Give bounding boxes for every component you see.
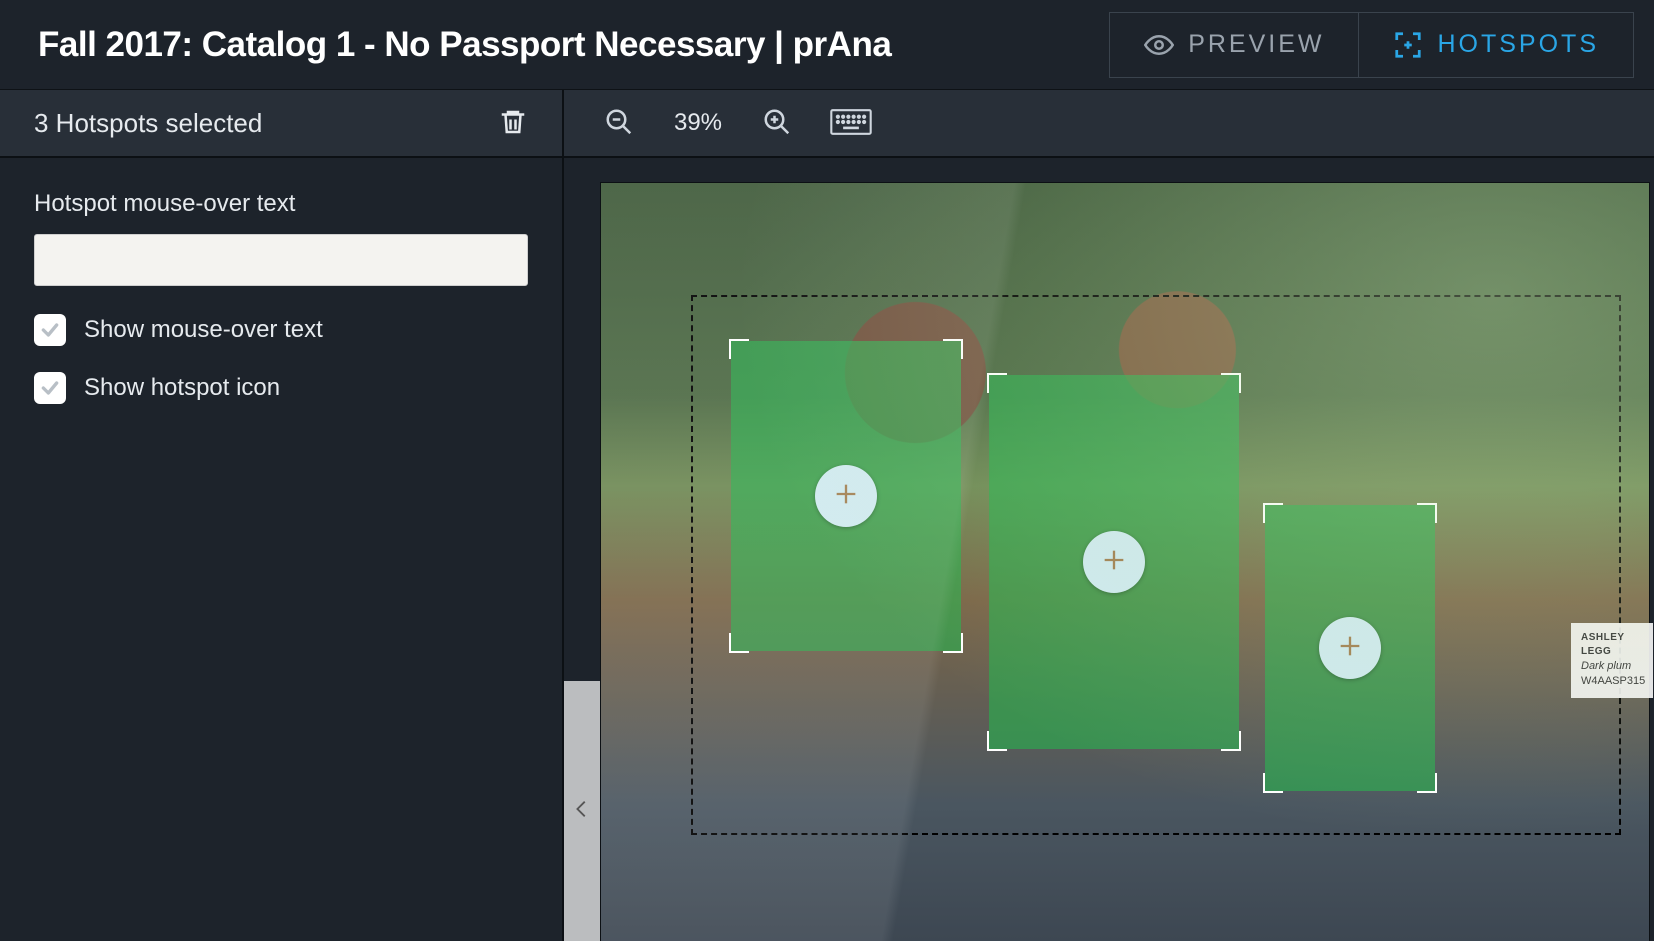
- keyboard-button[interactable]: [826, 103, 876, 144]
- resize-handle-icon[interactable]: [943, 633, 963, 653]
- hotspot-3[interactable]: [1265, 505, 1435, 791]
- preview-tab[interactable]: PREVIEW: [1110, 13, 1359, 77]
- resize-handle-icon[interactable]: [987, 373, 1007, 393]
- product-sku: W4AASP315: [1581, 674, 1643, 689]
- page-title: Fall 2017: Catalog 1 - No Passport Neces…: [38, 25, 1109, 65]
- mouseover-text-input[interactable]: [34, 234, 528, 286]
- selection-bar: 3 Hotspots selected: [0, 90, 562, 158]
- resize-handle-icon[interactable]: [987, 731, 1007, 751]
- delete-hotspots-button[interactable]: [492, 99, 534, 148]
- check-icon: [40, 378, 60, 398]
- plus-icon: [1100, 546, 1128, 579]
- mouseover-text-label: Hotspot mouse-over text: [34, 190, 528, 218]
- plus-icon: [832, 480, 860, 513]
- mode-toggle: PREVIEW HOTSPOTS: [1109, 12, 1634, 78]
- resize-handle-icon[interactable]: [1221, 731, 1241, 751]
- hotspots-tab[interactable]: HOTSPOTS: [1359, 13, 1633, 77]
- canvas-area: 39%: [564, 90, 1654, 941]
- catalog-page[interactable]: ASHLEY LEGG Dark plum W4AASP315: [600, 182, 1650, 941]
- chevron-left-icon: [571, 789, 593, 834]
- resize-handle-icon[interactable]: [1417, 503, 1437, 523]
- show-icon-checkbox[interactable]: [34, 372, 66, 404]
- sidebar-content: Hotspot mouse-over text Show mouse-over …: [0, 158, 562, 436]
- zoom-out-button[interactable]: [600, 103, 638, 144]
- hotspot-badge[interactable]: [815, 465, 877, 527]
- resize-handle-icon[interactable]: [1263, 503, 1283, 523]
- canvas-toolbar: 39%: [564, 90, 1654, 158]
- zoom-in-button[interactable]: [758, 103, 796, 144]
- eye-icon: [1144, 30, 1174, 60]
- hotspot-1[interactable]: [731, 341, 961, 651]
- resize-handle-icon[interactable]: [943, 339, 963, 359]
- hotspot-target-icon: [1393, 30, 1423, 60]
- resize-handle-icon[interactable]: [1417, 773, 1437, 793]
- selection-count: 3 Hotspots selected: [34, 108, 492, 139]
- product-color: Dark plum: [1581, 659, 1643, 674]
- hotspot-badge[interactable]: [1083, 531, 1145, 593]
- plus-icon: [1336, 632, 1364, 665]
- zoom-in-icon: [762, 125, 792, 140]
- resize-handle-icon[interactable]: [1221, 373, 1241, 393]
- canvas-viewport[interactable]: ASHLEY LEGG Dark plum W4AASP315: [564, 158, 1654, 941]
- zoom-out-icon: [604, 125, 634, 140]
- show-icon-label: Show hotspot icon: [84, 374, 280, 402]
- preview-tab-label: PREVIEW: [1188, 30, 1324, 59]
- product-label: ASHLEY LEGG Dark plum W4AASP315: [1571, 623, 1653, 698]
- header-bar: Fall 2017: Catalog 1 - No Passport Neces…: [0, 0, 1654, 90]
- hotspot-2[interactable]: [989, 375, 1239, 749]
- hotspots-tab-label: HOTSPOTS: [1437, 30, 1599, 59]
- resize-handle-icon[interactable]: [729, 339, 749, 359]
- keyboard-icon: [830, 125, 872, 140]
- prev-page-button[interactable]: [564, 681, 600, 941]
- trash-icon: [498, 127, 528, 142]
- zoom-level: 39%: [668, 109, 728, 137]
- hotspot-sidebar: 3 Hotspots selected Hotspot mouse-over t…: [0, 90, 564, 941]
- resize-handle-icon[interactable]: [729, 633, 749, 653]
- check-icon: [40, 320, 60, 340]
- resize-handle-icon[interactable]: [1263, 773, 1283, 793]
- show-mouseover-checkbox[interactable]: [34, 314, 66, 346]
- hotspot-badge[interactable]: [1319, 617, 1381, 679]
- show-mouseover-label: Show mouse-over text: [84, 316, 323, 344]
- product-name: ASHLEY LEGG: [1581, 631, 1643, 659]
